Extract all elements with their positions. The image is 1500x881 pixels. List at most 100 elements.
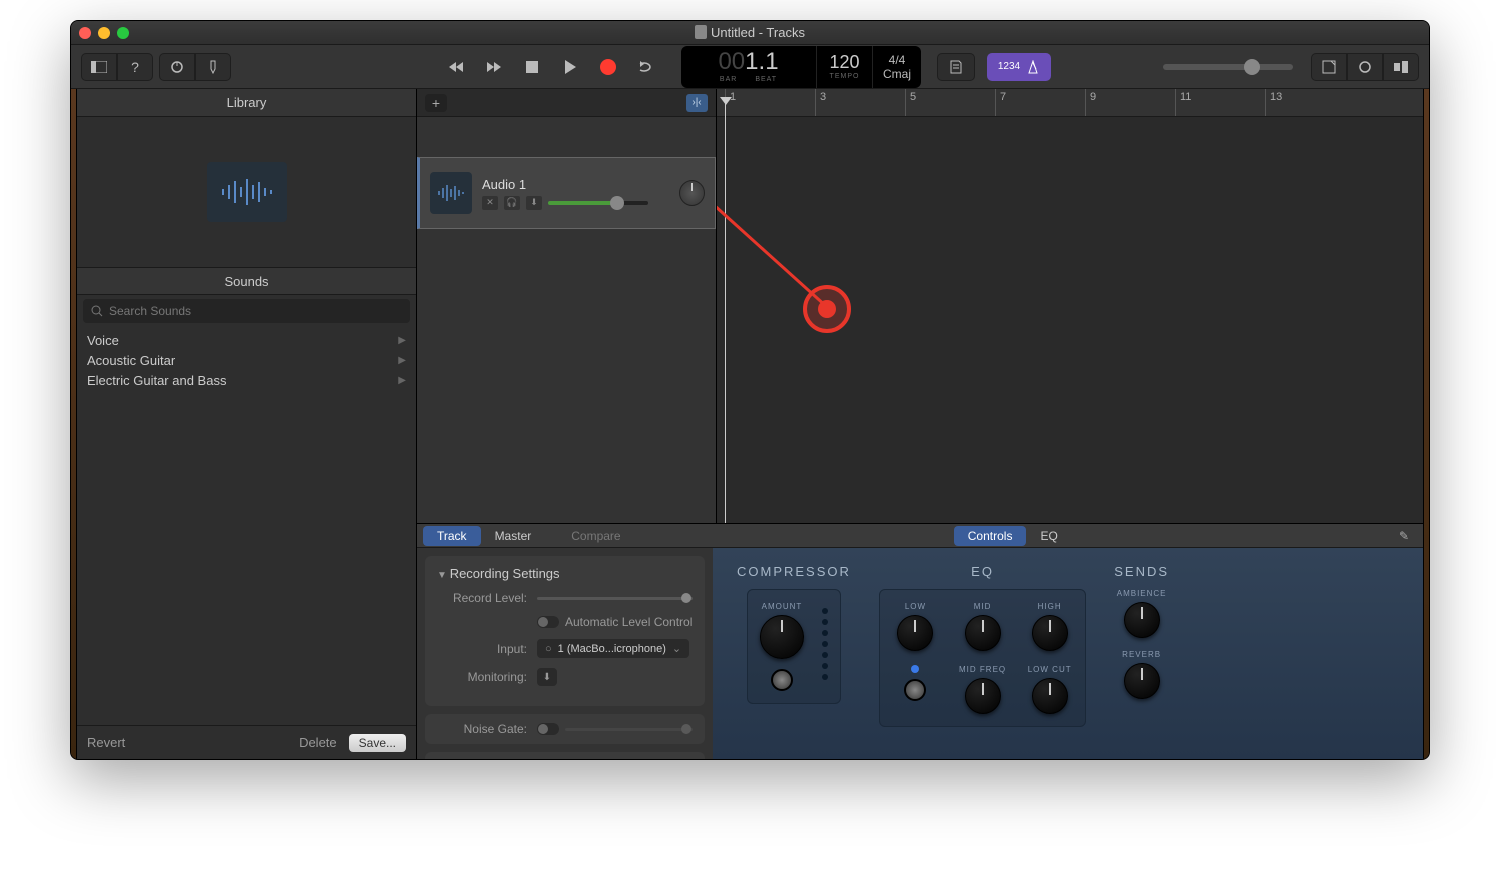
cycle-button[interactable] [627, 51, 665, 83]
track-name[interactable]: Audio 1 [482, 177, 669, 192]
quick-help-button[interactable]: ? [117, 53, 153, 81]
count-in-label: 1234 [998, 61, 1020, 72]
tab-controls[interactable]: Controls [954, 526, 1027, 546]
lcd-bar-dim: 00 [718, 48, 745, 75]
media-browser-button[interactable] [1383, 53, 1419, 81]
note-pad-button[interactable] [937, 53, 975, 81]
solo-button[interactable]: 🎧 [504, 196, 520, 210]
lcd-display[interactable]: 001.1 BARBEAT 120 TEMPO 4/4 Cmaj [681, 46, 921, 88]
auto-level-toggle[interactable] [537, 616, 559, 628]
monitoring-toggle[interactable]: ⬇ [537, 668, 557, 686]
play-button[interactable] [551, 51, 589, 83]
eq-low-label: LOW [905, 602, 926, 611]
record-button[interactable] [589, 51, 627, 83]
stop-button[interactable] [513, 51, 551, 83]
add-track-button[interactable]: + [425, 94, 447, 112]
library-panel: Library Sounds Search Sounds Voice▶ Acou… [77, 89, 417, 759]
ruler-mark: 13 [1265, 89, 1282, 116]
sound-item-voice[interactable]: Voice▶ [77, 331, 416, 351]
annotation-target [803, 285, 851, 333]
sound-item-acoustic-guitar[interactable]: Acoustic Guitar▶ [77, 351, 416, 371]
sound-item-electric-guitar-bass[interactable]: Electric Guitar and Bass▶ [77, 371, 416, 391]
lcd-tempo[interactable]: 120 [829, 53, 859, 71]
compressor-jack-icon[interactable] [771, 669, 793, 691]
eq-midfreq-knob[interactable] [965, 678, 1001, 714]
ruler-mark: 7 [995, 89, 1006, 116]
record-level-slider[interactable] [537, 597, 693, 600]
recording-settings-title[interactable]: Recording Settings [437, 566, 693, 581]
eq-mid-label: MID [974, 602, 992, 611]
tab-master[interactable]: Master [481, 526, 546, 546]
forward-button[interactable] [475, 51, 513, 83]
lcd-bar-label: BAR [720, 76, 737, 83]
record-level-label: Record Level: [437, 591, 537, 605]
notepad-button[interactable] [1311, 53, 1347, 81]
chevron-right-icon: ▶ [398, 331, 406, 351]
track-headers: + ›|‹ Audio 1 ✕ 🎧 ⬇ [417, 89, 717, 523]
eq-mid-knob[interactable] [965, 615, 1001, 651]
reverb-label: REVERB [1122, 650, 1161, 659]
compressor-amount-knob[interactable] [760, 615, 804, 659]
sounds-search-input[interactable]: Search Sounds [83, 299, 410, 323]
edit-icon[interactable]: ✎ [1391, 529, 1417, 543]
right-bezel [1423, 89, 1429, 759]
lcd-tempo-label: TEMPO [830, 73, 860, 80]
lcd-beat-label: BEAT [755, 76, 777, 83]
ambience-knob[interactable] [1124, 602, 1160, 638]
noise-gate-toggle[interactable] [537, 723, 559, 735]
annotation-line [717, 89, 937, 385]
catch-playhead-button[interactable]: ›|‹ [686, 94, 708, 112]
noise-gate-group: Noise Gate: [425, 714, 705, 744]
loop-browser-button[interactable] [1347, 53, 1383, 81]
app-window: Untitled - Tracks ? 001.1 BARBEAT 120 [70, 20, 1430, 760]
ruler-mark: 5 [905, 89, 916, 116]
mute-button[interactable]: ✕ [482, 196, 498, 210]
eq-low-knob[interactable] [897, 615, 933, 651]
master-volume-slider[interactable] [1163, 64, 1293, 70]
count-in-tuner-button[interactable]: 1234 [987, 53, 1051, 81]
delete-button[interactable]: Delete [299, 735, 337, 750]
library-footer: Revert Delete Save... [77, 725, 416, 759]
eq-high-label: HIGH [1038, 602, 1062, 611]
revert-button[interactable]: Revert [87, 735, 125, 750]
library-preview [77, 117, 416, 267]
compressor-section: COMPRESSOR AMOUNT [737, 564, 851, 743]
ruler-mark: 3 [815, 89, 826, 116]
track-header-audio1[interactable]: Audio 1 ✕ 🎧 ⬇ [417, 157, 716, 229]
tab-compare[interactable]: Compare [557, 526, 634, 546]
timeline[interactable]: 1 3 5 7 9 11 13 [717, 89, 1423, 523]
chevron-right-icon: ▶ [398, 371, 406, 391]
auto-level-label: Automatic Level Control [565, 615, 692, 629]
audio-waveform-icon [207, 162, 287, 222]
tab-track[interactable]: Track [423, 526, 481, 546]
ruler[interactable]: 1 3 5 7 9 11 13 [717, 89, 1423, 117]
bottom-panel: Track Master Compare Controls EQ ✎ Recor… [417, 523, 1423, 759]
playhead[interactable] [725, 103, 726, 523]
search-placeholder: Search Sounds [109, 304, 191, 318]
sends-section: SENDS AMBIENCE REVERB [1114, 564, 1169, 743]
pan-knob[interactable] [679, 180, 705, 206]
smart-controls-button[interactable] [159, 53, 195, 81]
eq-lowcut-knob[interactable] [1032, 678, 1068, 714]
ruler-mark: 9 [1085, 89, 1096, 116]
tracks-area: + ›|‹ Audio 1 ✕ 🎧 ⬇ [417, 89, 1423, 523]
editors-button[interactable] [195, 53, 231, 81]
lcd-key[interactable]: Cmaj [883, 67, 911, 81]
track-volume-slider[interactable] [548, 201, 648, 205]
input-select[interactable]: 1 (MacBo...icrophone) [537, 639, 689, 658]
lcd-timesig[interactable]: 4/4 [889, 53, 906, 67]
library-toggle-button[interactable] [81, 53, 117, 81]
tab-eq[interactable]: EQ [1026, 526, 1071, 546]
metronome-icon [1026, 60, 1040, 74]
eq-high-knob[interactable] [1032, 615, 1068, 651]
ambience-label: AMBIENCE [1117, 589, 1167, 598]
reverb-knob[interactable] [1124, 663, 1160, 699]
input-monitor-button[interactable]: ⬇ [526, 196, 542, 210]
rewind-button[interactable] [437, 51, 475, 83]
save-button[interactable]: Save... [349, 734, 406, 752]
eq-jack-icon[interactable] [904, 679, 926, 701]
transport-controls [437, 51, 665, 83]
noise-gate-slider[interactable] [565, 728, 693, 731]
plugins-group[interactable]: ▶ Plug-ins [425, 752, 705, 759]
search-icon [91, 305, 103, 317]
